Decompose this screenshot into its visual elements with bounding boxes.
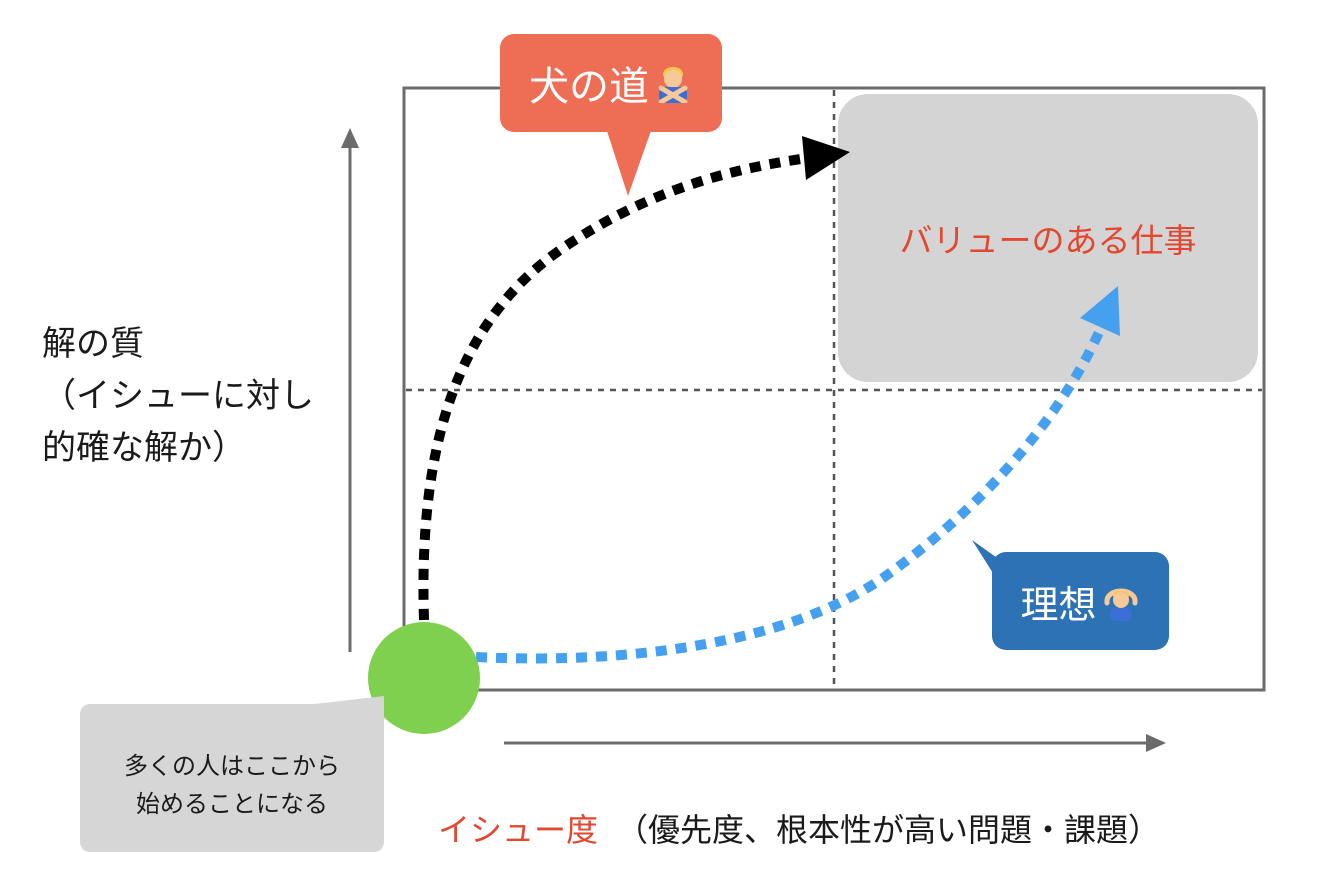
start-callout-line-2: 始めることになる — [136, 790, 328, 818]
ideal-callout-label: 理想 — [1020, 582, 1097, 627]
ideal-callout-text: 理想 — [992, 552, 1169, 650]
start-callout-text: 多くの人はここから 始めることになる — [80, 720, 384, 850]
person-gesturing-ok-icon — [1104, 588, 1137, 621]
y-axis-arrowhead — [341, 128, 359, 148]
dog-callout-text: 犬の道 — [500, 34, 722, 132]
x-axis-title-rest: （優先度、根本性が高い問題・課題） — [616, 811, 1161, 849]
x-axis-title-accent: イシュー度 — [438, 811, 599, 849]
start-callout-line-1: 多くの人はここから — [124, 752, 340, 780]
person-gesturing-no-icon — [658, 67, 688, 103]
value-quadrant-label: バリューのある仕事 — [899, 221, 1197, 260]
y-axis-title: 解の質 （イシューに対し 的確な解か） — [42, 318, 314, 474]
start-point — [368, 622, 480, 734]
x-axis-title: イシュー度 （優先度、根本性が高い問題・課題） — [438, 808, 1160, 852]
y-axis-title-line-3: 的確な解か） — [42, 428, 246, 468]
dog-callout-label: 犬の道 — [529, 64, 649, 110]
y-axis-title-line-1: 解の質 — [42, 324, 144, 364]
y-axis-title-line-2: （イシューに対し — [42, 376, 314, 416]
x-axis-arrowhead — [1146, 734, 1166, 752]
